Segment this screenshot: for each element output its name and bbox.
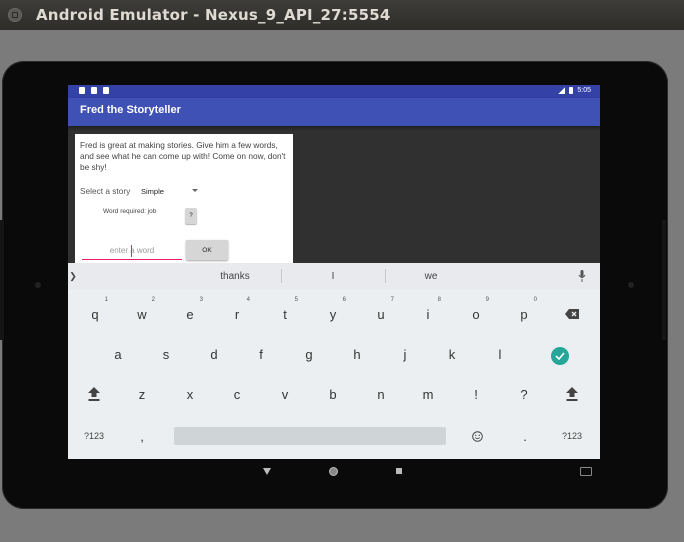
ok-button[interactable]: OK — [186, 240, 228, 260]
home-icon[interactable] — [329, 467, 338, 476]
battery-icon — [569, 87, 574, 94]
shift-icon — [566, 387, 578, 401]
emoji-key[interactable] — [457, 418, 497, 454]
recent-apps-icon[interactable] — [396, 468, 402, 474]
sd-card-notification-icon — [103, 87, 109, 94]
key-h[interactable]: h — [337, 336, 377, 372]
android-status-bar: 5:05 — [68, 85, 600, 98]
emoji-icon — [471, 430, 483, 442]
window-title: Android Emulator - Nexus_9_API_27:5554 — [36, 6, 391, 24]
suggestion-divider — [385, 269, 386, 283]
key-k[interactable]: k — [432, 336, 472, 372]
story-select-label: Select a story — [80, 186, 131, 196]
soft-keyboard: ❯ thanks I we q1 w2 e3 r4 t5 y6 u7 i8 o9… — [68, 263, 600, 459]
key-question[interactable]: ? — [504, 376, 544, 412]
emulator-title-bar: Android Emulator - Nexus_9_API_27:5554 — [0, 0, 684, 30]
window-close-button[interactable] — [8, 8, 22, 22]
android-nav-bar — [68, 459, 600, 485]
close-icon — [12, 12, 18, 18]
signal-icon — [558, 87, 566, 94]
key-comma[interactable]: , — [122, 418, 162, 454]
help-button[interactable]: ? — [185, 208, 197, 224]
text-cursor — [131, 245, 132, 257]
shift-key-right[interactable] — [552, 376, 592, 412]
key-exclamation[interactable]: ! — [456, 376, 496, 412]
app-title: Fred the Storyteller — [80, 104, 181, 116]
settings-notification-icon — [79, 87, 85, 94]
key-d[interactable]: d — [194, 336, 234, 372]
device-screen: 5:05 Fred the Storyteller Fred is great … — [68, 85, 600, 459]
microphone-icon[interactable] — [578, 270, 586, 282]
key-b[interactable]: b — [313, 376, 353, 412]
symbols-key-left[interactable]: ?123 — [74, 418, 114, 454]
key-c[interactable]: c — [217, 376, 257, 412]
notification-icons — [79, 87, 109, 94]
back-icon[interactable] — [263, 468, 271, 475]
device-side-key-right — [662, 220, 666, 340]
word-required-label: Word required: job — [103, 208, 157, 215]
checkmark-icon — [555, 352, 565, 360]
enter-check-icon — [551, 347, 569, 365]
key-s[interactable]: s — [146, 336, 186, 372]
story-form-panel: Fred is great at making stories. Give hi… — [75, 134, 293, 269]
dropdown-arrow-icon[interactable] — [192, 189, 198, 192]
key-p[interactable]: p0 — [504, 296, 544, 332]
suggestion-strip: ❯ thanks I we — [68, 263, 600, 290]
key-x[interactable]: x — [170, 376, 210, 412]
key-w[interactable]: w2 — [122, 296, 162, 332]
key-u[interactable]: u7 — [361, 296, 401, 332]
suggestion-1[interactable]: thanks — [195, 271, 275, 282]
symbols-key-right[interactable]: ?123 — [552, 418, 592, 454]
key-g[interactable]: g — [289, 336, 329, 372]
shift-key-left[interactable] — [74, 376, 114, 412]
key-o[interactable]: o9 — [456, 296, 496, 332]
suggestion-2[interactable]: I — [293, 271, 373, 282]
key-l[interactable]: l — [480, 336, 520, 372]
key-n[interactable]: n — [361, 376, 401, 412]
status-time: 5:05 — [577, 87, 591, 94]
story-select[interactable]: Simple — [141, 187, 164, 196]
word-input-placeholder: enter a word — [109, 246, 155, 255]
intro-text: Fred is great at making stories. Give hi… — [80, 140, 286, 172]
space-bar[interactable] — [174, 427, 446, 445]
suggestion-3[interactable]: we — [391, 271, 471, 282]
key-i[interactable]: i8 — [408, 296, 448, 332]
device-side-key-left — [0, 220, 4, 340]
key-period[interactable]: . — [505, 418, 545, 454]
key-f[interactable]: f — [241, 336, 281, 372]
download-notification-icon — [91, 87, 97, 94]
shift-icon — [88, 387, 100, 401]
key-y[interactable]: y6 — [313, 296, 353, 332]
key-q[interactable]: q1 — [75, 296, 115, 332]
key-e[interactable]: e3 — [170, 296, 210, 332]
key-z[interactable]: z — [122, 376, 162, 412]
key-m[interactable]: m — [408, 376, 448, 412]
suggestion-divider — [281, 269, 282, 283]
keyboard-switch-icon[interactable] — [580, 467, 592, 476]
key-a[interactable]: a — [98, 336, 138, 372]
expand-toolbar-icon[interactable]: ❯ — [68, 271, 78, 282]
device-sensor-right — [628, 282, 634, 288]
key-j[interactable]: j — [385, 336, 425, 372]
key-t[interactable]: t5 — [265, 296, 305, 332]
enter-key[interactable] — [540, 338, 580, 374]
word-input[interactable]: enter a word — [82, 243, 182, 260]
key-v[interactable]: v — [265, 376, 305, 412]
backspace-key[interactable] — [552, 296, 592, 332]
status-icons: 5:05 — [558, 87, 591, 94]
backspace-icon — [565, 309, 579, 319]
device-sensor-left — [35, 282, 41, 288]
key-r[interactable]: r4 — [217, 296, 257, 332]
app-toolbar: Fred the Storyteller — [68, 98, 600, 126]
